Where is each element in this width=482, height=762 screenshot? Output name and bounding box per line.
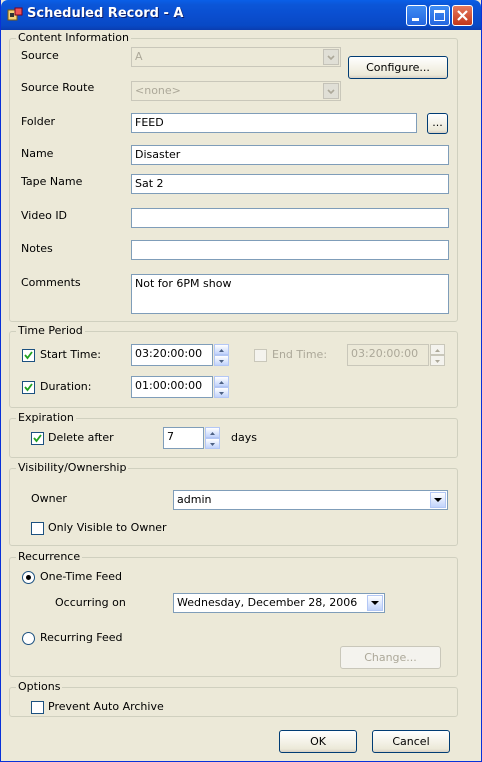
- duration-spinner[interactable]: [214, 376, 229, 398]
- minimize-icon: [412, 18, 419, 21]
- content-information-legend: Content Information: [16, 31, 131, 44]
- expiration-legend: Expiration: [16, 411, 76, 424]
- chevron-down-icon[interactable]: [367, 595, 383, 611]
- name-input[interactable]: Disaster: [131, 145, 449, 165]
- close-icon: [457, 10, 468, 21]
- comments-value: Not for 6PM show: [135, 277, 232, 290]
- source-combo[interactable]: A: [131, 47, 341, 67]
- visibility-ownership-group: Visibility/Ownership Owner admin Only Vi…: [9, 461, 458, 546]
- scheduled-record-dialog: Scheduled Record - A Content Information…: [0, 0, 482, 762]
- chevron-down-icon[interactable]: [323, 49, 339, 65]
- change-button[interactable]: Change...: [340, 646, 441, 669]
- owner-label: Owner: [31, 492, 67, 505]
- spin-down-icon[interactable]: [214, 387, 229, 398]
- minimize-button[interactable]: [406, 5, 427, 26]
- chevron-down-icon[interactable]: [430, 492, 446, 508]
- folder-input[interactable]: FEED: [131, 113, 417, 133]
- time-period-legend: Time Period: [16, 324, 85, 337]
- prevent-auto-archive-label: Prevent Auto Archive: [48, 700, 164, 713]
- occurring-on-date-picker[interactable]: Wednesday, December 28, 2006: [173, 593, 385, 613]
- start-time-label: Start Time:: [40, 348, 101, 361]
- options-group: Options Prevent Auto Archive: [9, 680, 458, 717]
- name-label: Name: [21, 147, 54, 160]
- days-label: days: [231, 431, 257, 444]
- days-spinner[interactable]: [205, 427, 220, 449]
- one-time-feed-radio[interactable]: [22, 571, 35, 584]
- title-bar[interactable]: Scheduled Record - A: [1, 0, 481, 30]
- app-icon[interactable]: [7, 7, 23, 23]
- maximize-button[interactable]: [429, 5, 450, 26]
- radio-selected-dot: [26, 575, 31, 580]
- days-input[interactable]: 7: [163, 427, 204, 449]
- duration-label: Duration:: [40, 380, 92, 393]
- source-route-value: <none>: [135, 84, 181, 97]
- end-time-spinner[interactable]: [430, 344, 445, 366]
- configure-button[interactable]: Configure...: [348, 56, 448, 79]
- browse-folder-button[interactable]: ...: [427, 113, 448, 134]
- prevent-auto-archive-checkbox[interactable]: [31, 701, 44, 714]
- recurring-feed-radio[interactable]: [22, 632, 35, 645]
- spin-down-icon[interactable]: [214, 355, 229, 366]
- spin-down-icon[interactable]: [205, 438, 220, 449]
- owner-value: admin: [177, 493, 212, 506]
- video-id-label: Video ID: [21, 209, 68, 222]
- end-time-input[interactable]: 03:20:00:00: [347, 344, 429, 366]
- one-time-feed-label: One-Time Feed: [40, 570, 123, 583]
- notes-input[interactable]: [131, 240, 449, 260]
- owner-combo[interactable]: admin: [173, 490, 448, 510]
- options-legend: Options: [16, 680, 63, 693]
- time-period-group: Time Period Start Time: 03:20:00:00 End …: [9, 324, 458, 408]
- maximize-icon: [434, 10, 445, 21]
- cancel-button[interactable]: Cancel: [372, 730, 450, 753]
- ok-button[interactable]: OK: [279, 730, 357, 753]
- spin-up-icon[interactable]: [214, 344, 229, 355]
- spin-up-icon[interactable]: [430, 344, 445, 355]
- close-button[interactable]: [452, 5, 473, 26]
- tape-name-input[interactable]: Sat 2: [131, 174, 449, 194]
- tape-name-label: Tape Name: [21, 175, 83, 188]
- comments-label: Comments: [21, 276, 81, 289]
- folder-label: Folder: [21, 115, 55, 128]
- duration-checkbox[interactable]: [22, 381, 35, 394]
- source-value: A: [135, 50, 143, 63]
- chevron-down-icon[interactable]: [323, 83, 339, 99]
- checkmark-icon: [24, 351, 33, 360]
- comments-textarea[interactable]: Not for 6PM show: [131, 274, 449, 314]
- occurring-on-value: Wednesday, December 28, 2006: [177, 596, 358, 609]
- visibility-ownership-legend: Visibility/Ownership: [16, 461, 129, 474]
- spin-up-icon[interactable]: [214, 376, 229, 387]
- duration-input[interactable]: 01:00:00:00: [131, 376, 213, 398]
- occurring-on-label: Occurring on: [55, 596, 126, 609]
- start-time-checkbox[interactable]: [22, 349, 35, 362]
- expiration-group: Expiration Delete after 7 days: [9, 411, 458, 458]
- delete-after-label: Delete after: [48, 431, 114, 444]
- checkmark-icon: [33, 434, 42, 443]
- window-title: Scheduled Record - A: [27, 6, 184, 21]
- spin-down-icon[interactable]: [430, 355, 445, 366]
- source-route-combo[interactable]: <none>: [131, 81, 341, 101]
- only-visible-to-owner-checkbox[interactable]: [31, 522, 44, 535]
- end-time-label: End Time:: [272, 348, 328, 361]
- recurrence-group: Recurrence One-Time Feed Occurring on We…: [9, 550, 458, 677]
- content-information-group: Content Information Source A Configure..…: [9, 31, 458, 322]
- source-label: Source: [21, 49, 59, 62]
- source-route-label: Source Route: [21, 81, 95, 94]
- video-id-input[interactable]: [131, 208, 449, 228]
- delete-after-checkbox[interactable]: [31, 432, 44, 445]
- recurring-feed-label: Recurring Feed: [40, 631, 123, 644]
- end-time-checkbox[interactable]: [254, 349, 267, 362]
- recurrence-legend: Recurrence: [16, 550, 83, 563]
- start-time-input[interactable]: 03:20:00:00: [131, 344, 213, 366]
- spin-up-icon[interactable]: [205, 427, 220, 438]
- checkmark-icon: [24, 383, 33, 392]
- start-time-spinner[interactable]: [214, 344, 229, 366]
- notes-label: Notes: [21, 242, 53, 255]
- only-visible-to-owner-label: Only Visible to Owner: [48, 521, 167, 534]
